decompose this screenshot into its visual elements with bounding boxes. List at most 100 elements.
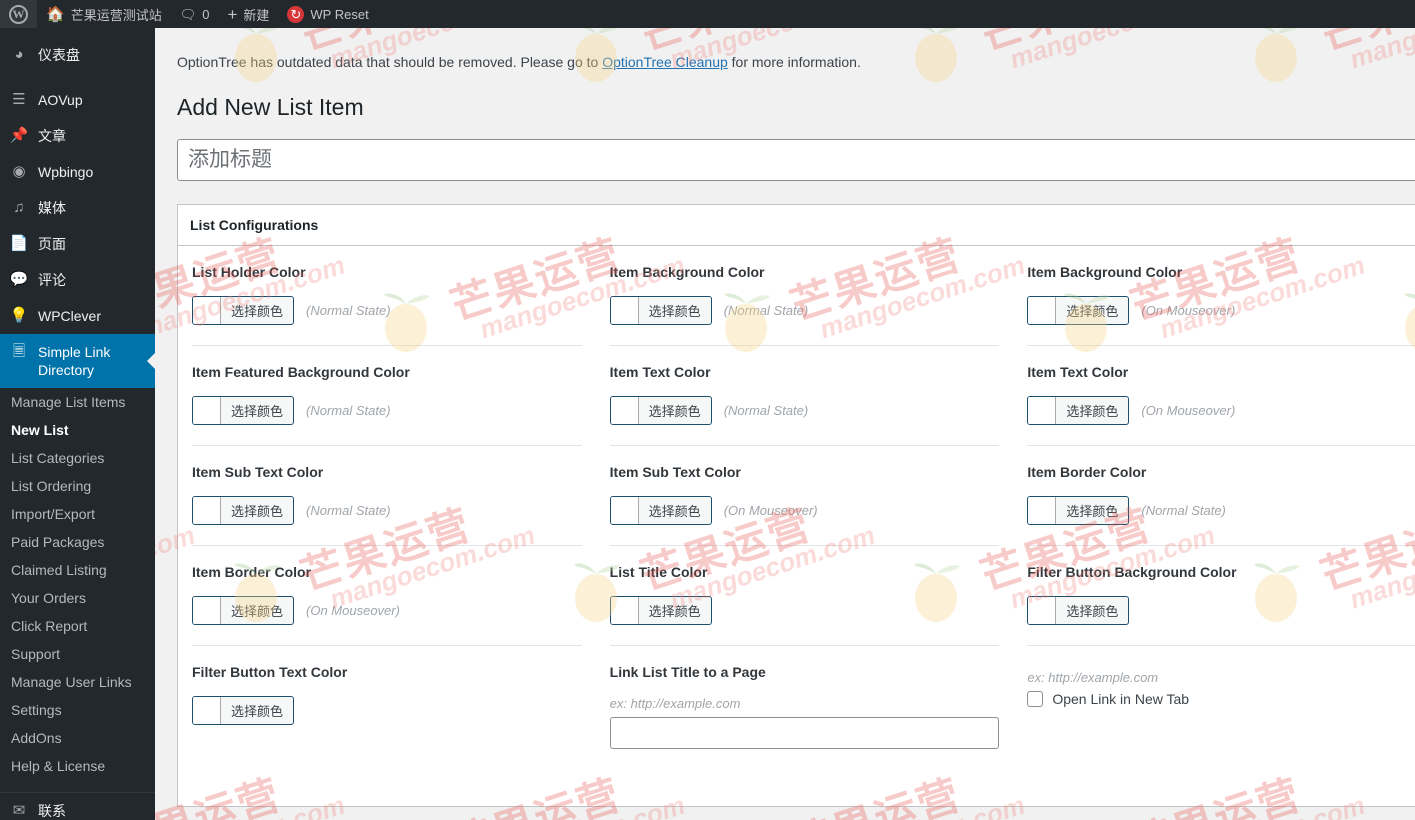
field-link-list-title-to-a-page: Link List Title to a Page ex: http://exa… [609,646,1000,769]
submenu-item-claimed-listing[interactable]: Claimed Listing [0,556,155,584]
field-item-sub-text-color-normal: Item Sub Text Color 选择颜色 (Normal State) [192,446,582,546]
dashboard-icon: ◕ [14,46,24,63]
wpbingo-icon: ◉ [12,163,26,180]
notice-text-after: for more information. [727,54,861,70]
sidebar-item-label: 媒体 [38,200,66,216]
config-column-2: Item Background Color 选择颜色 (Normal State… [596,246,1014,806]
config-column-1: List Holder Color 选择颜色 (Normal State) It… [178,246,596,806]
panel-heading: List Configurations [178,205,1415,246]
new-content-button[interactable]: + 新建 [218,0,278,28]
field-label: Filter Button Background Color [1027,563,1237,580]
color-picker-button[interactable]: 选择颜色 [192,395,295,425]
sidebar-item-posts[interactable]: 📌 文章 [0,118,155,154]
field-state-note: (Normal State) [306,502,391,518]
color-picker-label: 选择颜色 [1066,503,1119,519]
comment-icon: 🗨 [179,6,197,22]
field-state-note: (On Mouseover) [1141,302,1236,318]
field-hint: ex: http://example.com [609,695,741,711]
submenu-item-list-ordering[interactable]: List Ordering [0,472,155,500]
color-swatch [610,296,639,324]
plus-icon: + [227,4,238,24]
color-picker-button[interactable]: 选择颜色 [1027,495,1130,525]
sidebar-item-label: WPClever [38,308,102,324]
color-swatch [610,596,639,624]
sidebar-item-pages[interactable]: 📄 页面 [0,226,155,262]
comment-icon: 💬 [9,271,29,288]
optiontree-cleanup-link[interactable]: OptionTree Cleanup [602,54,728,70]
color-picker-label: 选择颜色 [231,303,284,319]
sidebar-item-comments[interactable]: 💬 评论 [0,262,155,298]
wp-reset-button[interactable]: WP Reset [278,0,377,28]
admin-bar: 🏠 芒果运营测试站 🗨 0 + 新建 WP Reset [0,0,1415,28]
color-picker-button[interactable]: 选择颜色 [1027,395,1130,425]
wordpress-logo-icon [9,4,28,24]
color-swatch [193,296,221,324]
color-swatch [1028,596,1057,624]
field-label: Item Sub Text Color [192,463,324,480]
list-configurations-panel: List Configurations List Holder Color 选择… [177,203,1415,807]
color-picker-button[interactable]: 选择颜色 [192,695,295,725]
field-label: Item Background Color [1027,263,1183,280]
color-picker-label: 选择颜色 [1066,403,1119,419]
comments-button[interactable]: 🗨 0 [171,0,219,28]
site-name-button[interactable]: 🏠 芒果运营测试站 [37,0,171,28]
comments-count: 0 [202,6,210,22]
media-icon: ♫ [13,199,25,216]
color-picker-button[interactable]: 选择颜色 [609,495,712,525]
sidebar-item-wpclever[interactable]: 💡 WPClever [0,298,155,334]
field-item-background-color-normal: Item Background Color 选择颜色 (Normal State… [609,246,1000,346]
submenu-item-manage-list-items[interactable]: Manage List Items [0,388,155,416]
config-column-3: Item Background Color 选择颜色 (On Mouseover… [1013,246,1415,806]
color-picker-button[interactable]: 选择颜色 [609,595,712,625]
color-picker-button[interactable]: 选择颜色 [192,295,295,325]
field-item-featured-background-color: Item Featured Background Color 选择颜色 (Nor… [192,346,582,446]
field-state-note: (Normal State) [723,402,809,418]
field-label: Item Border Color [1027,463,1147,480]
color-picker-label: 选择颜色 [231,603,284,619]
submenu-item-support[interactable]: Support [0,640,155,668]
color-picker-button[interactable]: 选择颜色 [192,495,295,525]
color-swatch [1028,496,1057,524]
color-picker-button[interactable]: 选择颜色 [609,295,712,325]
submenu-item-import-export[interactable]: Import/Export [0,500,155,528]
open-link-new-tab-checkbox[interactable] [1027,690,1044,707]
submenu-item-new-list[interactable]: New List [0,416,155,444]
field-list-holder-color: List Holder Color 选择颜色 (Normal State) [192,246,582,346]
color-picker-button[interactable]: 选择颜色 [1027,295,1130,325]
sidebar-item-label: AOVup [38,92,83,108]
submenu-item-click-report[interactable]: Click Report [0,612,155,640]
submenu-item-settings[interactable]: Settings [0,696,155,724]
wpclever-icon: 💡 [9,307,29,324]
color-picker-label: 选择颜色 [648,503,701,519]
sidebar-item-contact[interactable]: ✉ 联系 [0,793,155,820]
sidebar-item-aovup[interactable]: ☰ AOVup [0,82,155,118]
color-picker-button[interactable]: 选择颜色 [609,395,712,425]
open-link-new-tab-label: Open Link in New Tab [1052,690,1190,707]
submenu-item-addons[interactable]: AddOns [0,724,155,752]
color-picker-label: 选择颜色 [648,403,701,419]
sidebar-item-dashboard[interactable]: ◕ 仪表盘 [0,37,155,73]
submenu-item-your-orders[interactable]: Your Orders [0,584,155,612]
field-item-text-color-normal: Item Text Color 选择颜色 (Normal State) [609,346,1000,446]
color-picker-label: 选择颜色 [1066,603,1119,619]
field-label: List Title Color [609,563,708,580]
color-picker-button[interactable]: 选择颜色 [1027,595,1130,625]
field-list-title-color: List Title Color 选择颜色 [609,546,1000,646]
sidebar-bottom-group: ✉ 联系 [0,792,155,820]
sidebar-item-media[interactable]: ♫ 媒体 [0,190,155,226]
field-label: Filter Button Text Color [192,663,348,680]
sidebar-item-simple-link-directory[interactable]: 🗏 Simple Link Directory [0,334,155,388]
submenu-item-paid-packages[interactable]: Paid Packages [0,528,155,556]
post-title-input[interactable] [177,138,1415,181]
field-filter-button-background-color: Filter Button Background Color 选择颜色 [1027,546,1415,646]
optiontree-notice: OptionTree has outdated data that should… [155,28,1415,73]
sidebar-submenu: Manage List Items New List List Categori… [0,388,155,788]
page-icon: 📄 [9,235,29,252]
wp-logo-button[interactable] [0,0,37,28]
link-list-title-url-input[interactable] [609,716,1000,749]
color-picker-button[interactable]: 选择颜色 [192,595,295,625]
submenu-item-list-categories[interactable]: List Categories [0,444,155,472]
submenu-item-manage-user-links[interactable]: Manage User Links [0,668,155,696]
submenu-item-help-license[interactable]: Help & License [0,752,155,780]
sidebar-item-wpbingo[interactable]: ◉ Wpbingo [0,154,155,190]
